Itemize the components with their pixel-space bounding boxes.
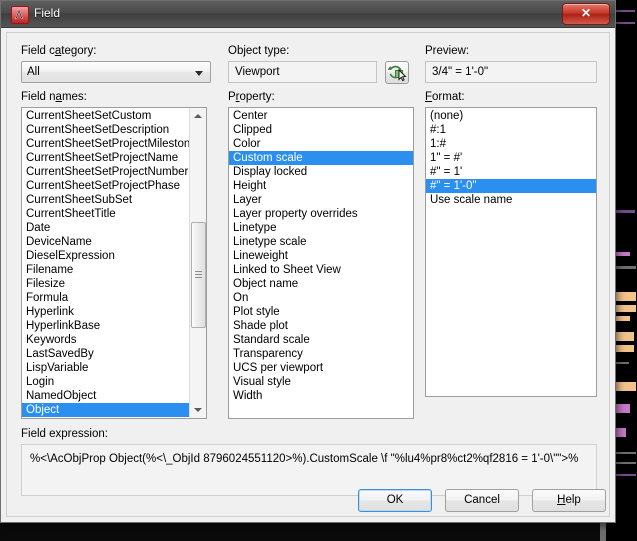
property-item[interactable]: Object name	[229, 277, 413, 291]
field-names-item[interactable]: CurrentSheetSetProjectPhase	[22, 179, 189, 193]
field-names-item[interactable]: DieselExpression	[22, 249, 189, 263]
help-button[interactable]: Help	[532, 489, 606, 512]
property-item[interactable]: UCS per viewport	[229, 361, 413, 375]
chevron-down-icon	[195, 71, 203, 76]
field-names-item[interactable]: HyperlinkBase	[22, 319, 189, 333]
field-names-list[interactable]: CurrentSheetSetCustom CurrentSheetSetDesc…	[21, 107, 207, 419]
field-names-item[interactable]: CurrentSheetSetProjectNumber	[22, 165, 189, 179]
field-names-item[interactable]: CurrentSheetSetProjectName	[22, 151, 189, 165]
format-item[interactable]: 1" = #'	[426, 151, 596, 165]
property-item[interactable]: Layer property overrides	[229, 207, 413, 221]
format-item[interactable]: Use scale name	[426, 193, 596, 207]
field-names-item[interactable]: Hyperlink	[22, 305, 189, 319]
field-names-item[interactable]: Login	[22, 375, 189, 389]
dialog-titlebar[interactable]: Field ✕	[1, 1, 615, 28]
scrollbar-thumb[interactable]	[191, 222, 206, 328]
property-item[interactable]: Layer	[229, 193, 413, 207]
field-names-item[interactable]: CurrentSheetSetProjectMilestone	[22, 137, 189, 151]
property-list[interactable]: Center Clipped Color Custom scale Display lo…	[228, 107, 414, 419]
field-names-item[interactable]: Filename	[22, 263, 189, 277]
field-dialog: Field ✕ Field category: All Field names:…	[0, 0, 616, 523]
field-names-item[interactable]: Formula	[22, 291, 189, 305]
object-type-label: Object type:	[228, 45, 290, 57]
close-icon[interactable]: ✕	[562, 3, 610, 25]
field-names-item[interactable]: CurrentSheetSetCustom	[22, 109, 189, 123]
preview-label: Preview:	[425, 45, 470, 57]
field-names-scrollbar[interactable]	[189, 108, 206, 418]
scroll-up-icon[interactable]	[190, 108, 206, 124]
select-object-button[interactable]	[385, 61, 409, 84]
property-item[interactable]: Transparency	[229, 347, 413, 361]
format-label: Format:	[425, 91, 465, 103]
format-item[interactable]: #" = 1'	[426, 165, 596, 179]
field-names-item[interactable]: DeviceName	[22, 235, 189, 249]
preview-field: 3/4" = 1'-0"	[425, 61, 597, 83]
format-item[interactable]: #" = 1'-0"	[426, 179, 596, 193]
dialog-client-area: Field category: All Field names: Current…	[6, 32, 610, 517]
property-item[interactable]: Visual style	[229, 375, 413, 389]
field-names-label: Field names:	[21, 91, 87, 103]
field-category-value: All	[27, 66, 40, 78]
format-list[interactable]: (none) #:1 1:# 1" = #' #" = 1' #" = 1'-0" Use …	[425, 107, 597, 397]
field-names-item[interactable]: NamedObject	[22, 389, 189, 403]
property-item[interactable]: Clipped	[229, 123, 413, 137]
field-names-item[interactable]: Keywords	[22, 333, 189, 347]
field-names-item[interactable]: CurrentSheetSetDescription	[22, 123, 189, 137]
field-names-item[interactable]: CurrentSheetTitle	[22, 207, 189, 221]
field-names-item[interactable]: Object	[22, 403, 189, 417]
field-names-item[interactable]: CurrentSheetSubSet	[22, 193, 189, 207]
dialog-title: Field	[34, 6, 61, 20]
field-names-item[interactable]: Date	[22, 221, 189, 235]
property-item[interactable]: Plot style	[229, 305, 413, 319]
property-item[interactable]: Custom scale	[229, 151, 413, 165]
autocad-a-icon	[11, 6, 29, 24]
property-item[interactable]: Linetype scale	[229, 235, 413, 249]
property-item[interactable]: Lineweight	[229, 249, 413, 263]
object-type-field: Viewport	[228, 61, 377, 83]
property-item[interactable]: Linetype	[229, 221, 413, 235]
field-expression-label: Field expression:	[21, 428, 108, 440]
scroll-down-icon[interactable]	[190, 402, 206, 418]
property-item[interactable]: Center	[229, 109, 413, 123]
property-item[interactable]: Standard scale	[229, 333, 413, 347]
property-item[interactable]: Height	[229, 179, 413, 193]
field-category-dropdown[interactable]: All	[21, 61, 211, 83]
object-type-value: Viewport	[235, 66, 280, 78]
field-category-label: Field category:	[21, 45, 97, 57]
property-label: Property:	[228, 91, 275, 103]
property-item[interactable]: On	[229, 291, 413, 305]
preview-value: 3/4" = 1'-0"	[432, 66, 489, 78]
field-expression-value: %<\AcObjProp Object(%<\_ObjId 8796024551…	[30, 453, 579, 465]
field-names-item[interactable]: LispVariable	[22, 361, 189, 375]
cancel-button[interactable]: Cancel	[445, 489, 519, 512]
field-names-item[interactable]: LastSavedBy	[22, 347, 189, 361]
format-item[interactable]: (none)	[426, 109, 596, 123]
format-item[interactable]: 1:#	[426, 137, 596, 151]
ok-button[interactable]: OK	[358, 489, 432, 512]
property-item[interactable]: Shade plot	[229, 319, 413, 333]
scrollbar-grip-icon	[195, 271, 202, 279]
format-item[interactable]: #:1	[426, 123, 596, 137]
property-item[interactable]: Width	[229, 389, 413, 403]
property-item[interactable]: Color	[229, 137, 413, 151]
property-item[interactable]: Display locked	[229, 165, 413, 179]
field-names-item[interactable]: Filesize	[22, 277, 189, 291]
property-item[interactable]: Linked to Sheet View	[229, 263, 413, 277]
